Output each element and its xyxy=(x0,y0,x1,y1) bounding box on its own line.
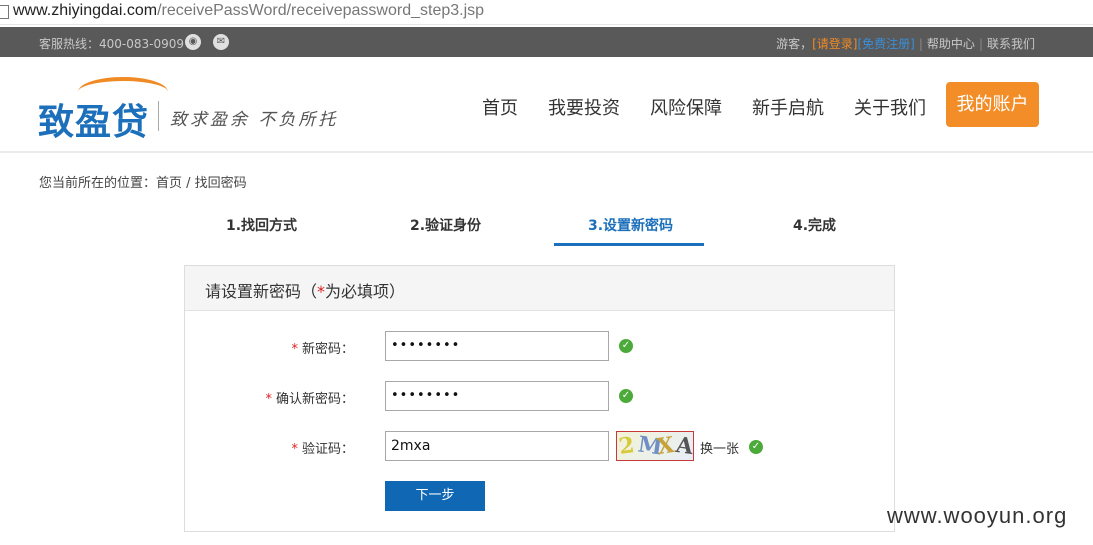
contact-us-link[interactable]: 联系我们 xyxy=(987,37,1035,51)
captcha-char: X xyxy=(655,431,676,461)
refresh-captcha-link[interactable]: 换一张 xyxy=(700,438,739,457)
login-link[interactable]: [请登录] xyxy=(812,37,857,51)
wechat-icon[interactable]: ✉ xyxy=(213,34,229,50)
nav-beginner[interactable]: 新手启航 xyxy=(752,94,824,120)
captcha-label: * 验证码： xyxy=(291,438,354,457)
confirm-password-label-text: 确认新密码： xyxy=(275,392,354,407)
register-link[interactable]: [免费注册] xyxy=(858,37,915,51)
top-info-bar: 客服热线：400-083-0909 ◉ ✉ 游客，[请登录][免费注册] | 帮助中… xyxy=(0,27,1093,57)
step-4: 4.完成 xyxy=(793,218,837,234)
my-account-button[interactable]: 我的账户 xyxy=(946,82,1039,127)
reset-password-panel: 请设置新密码（*为必填项） * 新密码： •••••••• ✓ * 确认新密码： •… xyxy=(184,265,895,532)
step-1: 1.找回方式 xyxy=(226,218,298,234)
watermark: www.wooyun.org xyxy=(887,503,1068,528)
nav-about[interactable]: 关于我们 xyxy=(854,94,926,120)
check-icon: ✓ xyxy=(749,440,763,454)
separator: | xyxy=(978,37,983,51)
nav-invest[interactable]: 我要投资 xyxy=(548,94,620,120)
browser-address-bar[interactable]: www.zhiyingdai.com/receivePassWord/recei… xyxy=(0,0,1093,25)
check-icon: ✓ xyxy=(619,389,633,403)
nav-home[interactable]: 首页 xyxy=(482,94,518,120)
captcha-image[interactable]: 2MXA xyxy=(616,431,694,461)
step-3-active: 3.设置新密码 xyxy=(588,218,674,234)
separator: | xyxy=(918,37,923,51)
captcha-char: A xyxy=(674,431,694,461)
next-step-button[interactable]: 下一步 xyxy=(385,481,485,511)
title-required-mark: * xyxy=(317,282,326,301)
step-2: 2.验证身份 xyxy=(410,218,482,234)
hotline-text: 客服热线：400-083-0909 xyxy=(39,37,185,51)
captcha-label-text: 验证码： xyxy=(301,442,354,457)
site-header: 致盈贷 致求盈余 不负所托 首页 我要投资 风险保障 新手启航 关于我们 xyxy=(0,57,1093,153)
required-star: * xyxy=(265,392,272,407)
logo-name: 致盈贷 xyxy=(38,102,150,143)
help-center-link[interactable]: 帮助中心 xyxy=(927,37,975,51)
confirm-password-input[interactable]: •••••••• xyxy=(385,381,609,411)
user-links: 游客，[请登录][免费注册] | 帮助中心 | 联系我们 xyxy=(776,35,1035,52)
panel-title: 请设置新密码（*为必填项） xyxy=(205,278,405,302)
captcha-char: 2 xyxy=(617,432,637,460)
guest-text: 游客， xyxy=(776,37,813,51)
new-password-label: * 新密码： xyxy=(291,338,354,357)
url-host: www.zhiyingdai.com xyxy=(13,2,158,19)
check-icon: ✓ xyxy=(619,339,633,353)
new-password-input[interactable]: •••••••• xyxy=(385,331,609,361)
url-path: /receivePassWord/receivepassword_step3.j… xyxy=(157,2,485,19)
active-step-underline xyxy=(554,243,704,246)
confirm-password-label: * 确认新密码： xyxy=(265,388,354,407)
title-suffix: 为必填项） xyxy=(325,282,406,301)
required-star: * xyxy=(291,342,298,357)
nav-risk[interactable]: 风险保障 xyxy=(650,94,722,120)
address-url[interactable]: www.zhiyingdai.com/receivePassWord/recei… xyxy=(13,1,484,21)
weibo-icon[interactable]: ◉ xyxy=(185,34,201,50)
captcha-input[interactable]: 2mxa xyxy=(385,431,609,461)
site-logo[interactable]: 致盈贷 致求盈余 不负所托 xyxy=(38,75,339,143)
page-icon xyxy=(0,5,9,19)
panel-header: 请设置新密码（*为必填项） xyxy=(185,266,894,311)
logo-divider xyxy=(158,101,159,131)
title-prefix: 请设置新密码（ xyxy=(205,282,318,301)
logo-slogan: 致求盈余 不负所托 xyxy=(170,110,339,130)
required-star: * xyxy=(291,442,298,457)
breadcrumb: 您当前所在的位置：首页 / 找回密码 xyxy=(39,176,247,191)
new-password-label-text: 新密码： xyxy=(301,342,354,357)
